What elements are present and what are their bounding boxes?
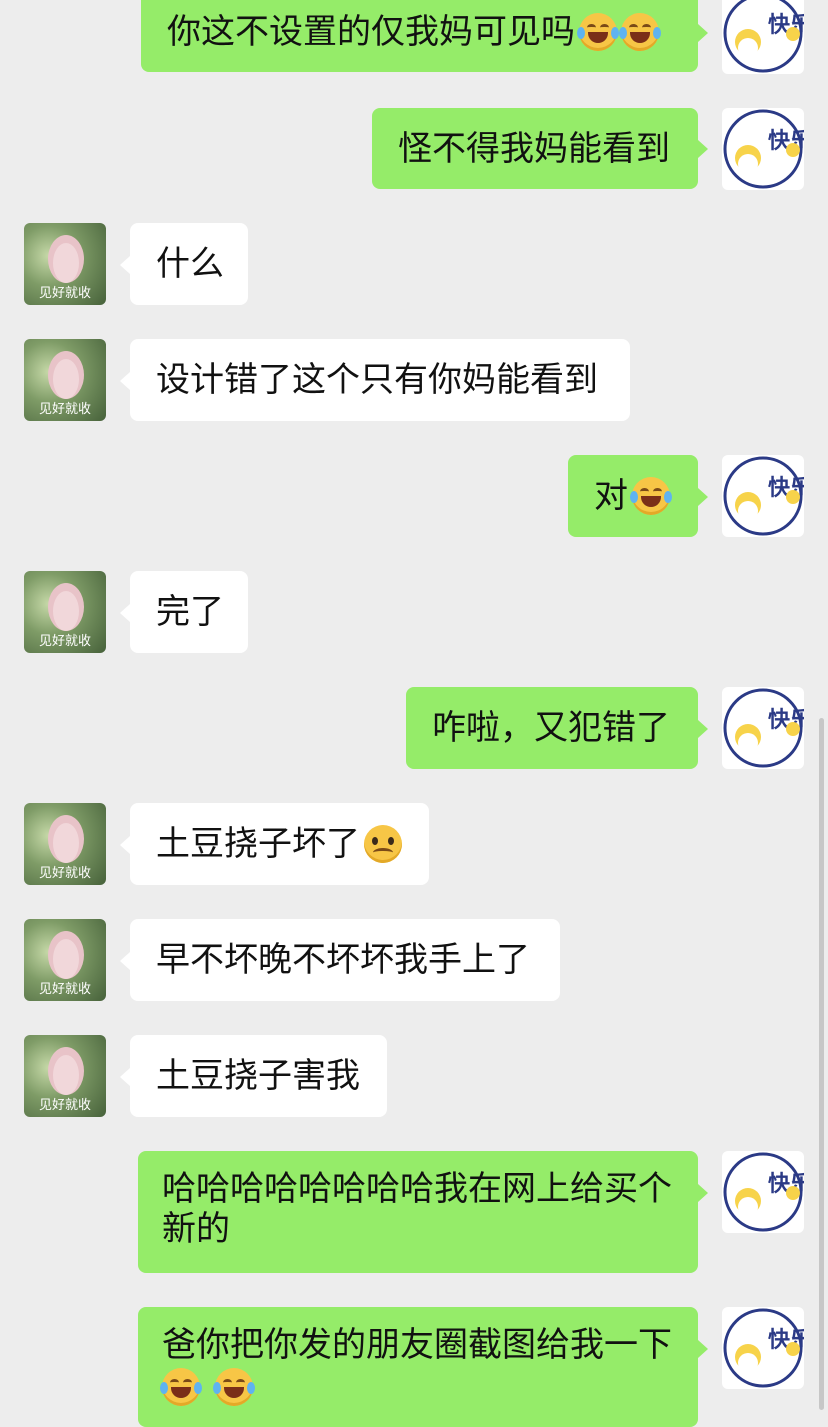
duck-avatar-icon: 快乐 [723, 1308, 804, 1388]
tears-of-joy-emoji [619, 13, 661, 51]
self-avatar[interactable]: 快乐 [722, 455, 804, 537]
lotus-bud-icon: 见好就收 [39, 1047, 91, 1113]
contact-avatar[interactable]: 见好就收 [24, 339, 106, 421]
lotus-bud-icon: 见好就收 [39, 351, 91, 417]
message-bubble-incoming[interactable]: 完了 [130, 571, 248, 653]
message-bubble-outgoing[interactable]: 哈哈哈哈哈哈哈哈我在网上给买个新的 [138, 1151, 698, 1273]
tears-of-joy-emoji [577, 13, 619, 51]
sad-face-emoji [364, 825, 402, 863]
bubble-tail [698, 1184, 708, 1202]
lotus-bud-icon: 见好就收 [39, 931, 91, 997]
tears-of-joy-emoji [212, 1367, 255, 1406]
message-text: 设计错了这个只有你妈能看到 [156, 360, 598, 400]
message-text: 土豆挠子坏了 [156, 824, 360, 864]
tears-of-joy-emoji [630, 477, 672, 515]
bubble-tail [120, 604, 130, 622]
message-text: 怪不得我妈能看到 [398, 128, 670, 169]
message-text: 早不坏晚不坏坏我手上了 [156, 940, 530, 980]
bubble-tail [698, 488, 708, 506]
svg-text:见好就收: 见好就收 [39, 866, 91, 881]
self-avatar[interactable]: 快乐 [722, 1151, 804, 1233]
duck-avatar-icon: 快乐 [723, 109, 804, 189]
svg-text:见好就收: 见好就收 [39, 1098, 91, 1113]
bubble-tail [120, 836, 130, 854]
message-bubble-incoming[interactable]: 什么 [130, 223, 248, 305]
bubble-tail [120, 952, 130, 970]
lotus-bud-icon: 见好就收 [39, 235, 91, 301]
message-bubble-outgoing[interactable]: 爸你把你发的朋友圈截图给我一下 [138, 1307, 698, 1427]
bubble-tail [120, 1068, 130, 1086]
self-avatar[interactable]: 快乐 [722, 687, 804, 769]
contact-avatar[interactable]: 见好就收 [24, 919, 106, 1001]
message-bubble-incoming[interactable]: 土豆挠子坏了 [130, 803, 429, 885]
duck-avatar-icon: 快乐 [723, 456, 804, 536]
lotus-bud-icon: 见好就收 [39, 815, 91, 881]
bubble-tail [698, 1340, 708, 1358]
message-bubble-outgoing[interactable]: 对 [568, 455, 698, 537]
svg-text:见好就收: 见好就收 [39, 286, 91, 301]
message-text: 哈哈哈哈哈哈哈哈我在网上给买个新的 [162, 1169, 672, 1249]
bubble-tail [120, 372, 130, 390]
svg-text:见好就收: 见好就收 [39, 634, 91, 649]
message-text: 爸你把你发的朋友圈截图给我一下 [162, 1325, 672, 1365]
bubble-tail [698, 720, 708, 738]
self-avatar[interactable]: 快乐 [722, 0, 804, 74]
message-text: 你这不设置的仅我妈可见吗 [167, 12, 575, 52]
tears-of-joy-emoji [160, 1367, 202, 1406]
bubble-tail [120, 256, 130, 274]
bubble-tail [698, 140, 708, 158]
message-bubble-incoming[interactable]: 早不坏晚不坏坏我手上了 [130, 919, 560, 1001]
duck-avatar-icon: 快乐 [723, 0, 804, 73]
contact-avatar[interactable]: 见好就收 [24, 223, 106, 305]
message-bubble-outgoing[interactable]: 怪不得我妈能看到 [372, 108, 698, 189]
contact-avatar[interactable]: 见好就收 [24, 803, 106, 885]
message-bubble-outgoing[interactable]: 咋啦，又犯错了 [406, 687, 698, 769]
message-text: 对 [594, 476, 628, 516]
message-text: 土豆挠子害我 [156, 1056, 360, 1096]
contact-avatar[interactable]: 见好就收 [24, 571, 106, 653]
contact-avatar[interactable]: 见好就收 [24, 1035, 106, 1117]
lotus-bud-icon: 见好就收 [39, 583, 91, 649]
message-bubble-incoming[interactable]: 设计错了这个只有你妈能看到 [130, 339, 630, 421]
self-avatar[interactable]: 快乐 [722, 1307, 804, 1389]
svg-text:见好就收: 见好就收 [39, 982, 91, 997]
message-text: 咋啦，又犯错了 [432, 708, 670, 748]
scrollbar[interactable] [819, 718, 824, 1410]
message-text: 完了 [156, 592, 224, 632]
message-bubble-incoming[interactable]: 土豆挠子害我 [130, 1035, 387, 1117]
svg-text:见好就收: 见好就收 [39, 402, 91, 417]
duck-avatar-icon: 快乐 [723, 1152, 804, 1232]
duck-avatar-icon: 快乐 [723, 688, 804, 768]
bubble-tail [698, 24, 708, 42]
self-avatar[interactable]: 快乐 [722, 108, 804, 190]
message-text: 什么 [156, 244, 224, 284]
message-bubble-outgoing[interactable]: 你这不设置的仅我妈可见吗 [141, 0, 698, 72]
